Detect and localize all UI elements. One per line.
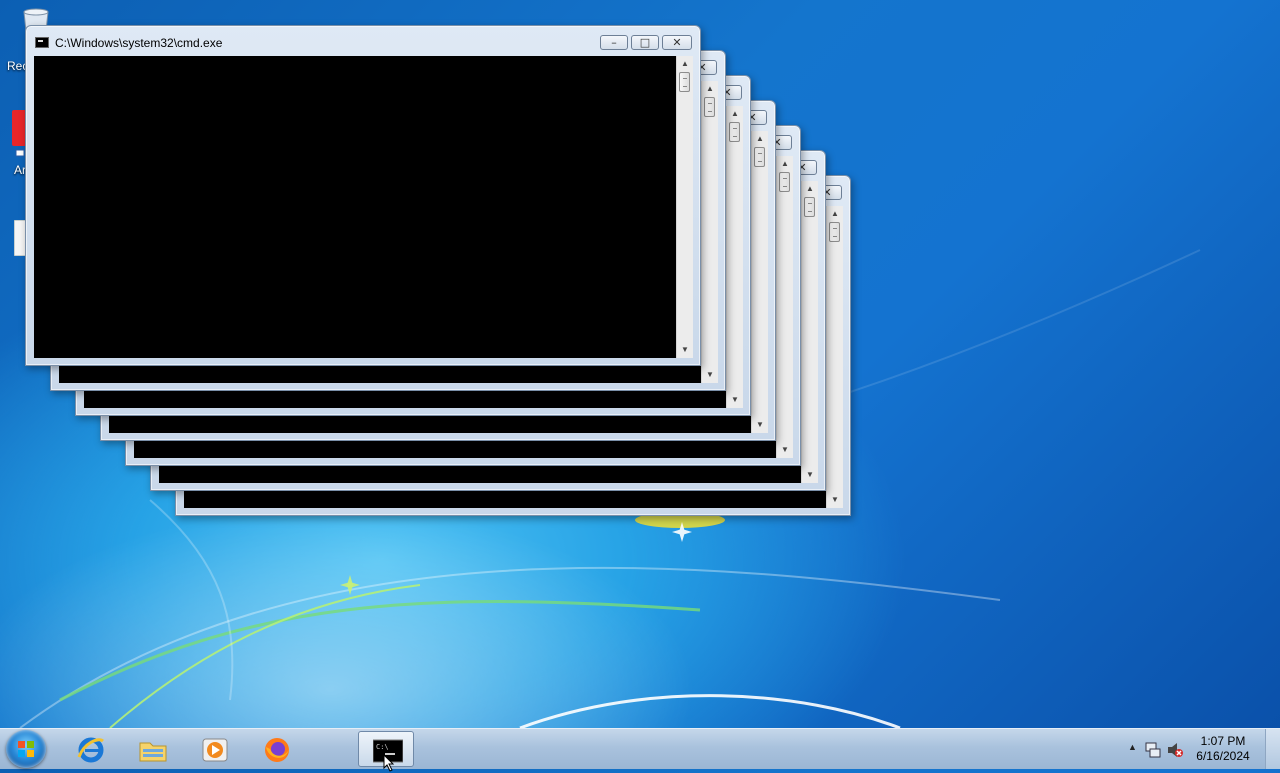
console-area[interactable]	[34, 56, 676, 358]
taskbar-windows-explorer[interactable]	[124, 731, 180, 767]
media-player-icon	[202, 738, 228, 762]
scroll-thumb[interactable]	[704, 97, 715, 117]
scroll-thumb[interactable]	[804, 197, 815, 217]
internet-explorer-icon	[77, 737, 104, 763]
clock-date: 6/16/2024	[1196, 749, 1250, 763]
clock[interactable]: 1:07 PM 6/16/2024	[1190, 734, 1256, 764]
scroll-down-icon[interactable]: ▼	[802, 470, 818, 480]
scroll-up-icon[interactable]: ▲	[827, 209, 843, 219]
clock-time: 1:07 PM	[1200, 734, 1246, 748]
scrollbar[interactable]: ▲ ▼	[701, 81, 718, 383]
scroll-up-icon[interactable]: ▲	[727, 109, 743, 119]
scroll-up-icon[interactable]: ▲	[802, 184, 818, 194]
scroll-thumb[interactable]	[679, 72, 690, 92]
scroll-up-icon[interactable]: ▲	[777, 159, 793, 169]
volume-muted-icon[interactable]	[1166, 741, 1184, 759]
scrollbar[interactable]: ▲ ▼	[826, 206, 843, 508]
taskbar-internet-explorer[interactable]	[62, 731, 118, 767]
scroll-thumb[interactable]	[829, 222, 840, 242]
scroll-thumb[interactable]	[754, 147, 765, 167]
cmd-icon	[35, 37, 49, 48]
scroll-up-icon[interactable]: ▲	[702, 84, 718, 94]
taskbar-media-player[interactable]	[186, 731, 242, 767]
scroll-down-icon[interactable]: ▼	[777, 445, 793, 455]
taskbar-command-prompt[interactable]: C:\	[358, 731, 414, 772]
show-desktop-button[interactable]	[1265, 729, 1280, 769]
scroll-down-icon[interactable]: ▼	[702, 370, 718, 380]
scrollbar[interactable]: ▲ ▼	[776, 156, 793, 458]
scroll-thumb[interactable]	[779, 172, 790, 192]
close-button[interactable]: ✕	[662, 35, 692, 50]
taskbar-firefox[interactable]	[248, 731, 304, 767]
maximize-button[interactable]: □	[631, 35, 659, 50]
scroll-thumb[interactable]	[729, 122, 740, 142]
show-hidden-icons-button[interactable]: ▲	[1128, 742, 1137, 752]
scroll-down-icon[interactable]: ▼	[677, 345, 693, 355]
title-bar[interactable]: C:\Windows\system32\cmd.exe – □ ✕	[26, 26, 700, 55]
scrollbar[interactable]: ▲ ▼	[801, 181, 818, 483]
window-title: C:\Windows\system32\cmd.exe	[55, 36, 223, 50]
scroll-down-icon[interactable]: ▼	[727, 395, 743, 405]
firefox-icon	[265, 738, 289, 762]
scroll-up-icon[interactable]: ▲	[677, 59, 693, 69]
scroll-down-icon[interactable]: ▼	[827, 495, 843, 505]
scrollbar[interactable]: ▲ ▼	[726, 106, 743, 408]
start-orb-icon[interactable]	[6, 730, 46, 768]
network-icon[interactable]	[1144, 741, 1162, 759]
taskbar: C:\ ▲ 1:07 PM 6/16/2024	[0, 728, 1280, 772]
scroll-down-icon[interactable]: ▼	[752, 420, 768, 430]
svg-text:C:\: C:\	[376, 743, 389, 751]
scroll-up-icon[interactable]: ▲	[752, 134, 768, 144]
scrollbar[interactable]: ▲ ▼	[751, 131, 768, 433]
mouse-cursor-icon	[383, 754, 395, 772]
folder-icon	[139, 742, 167, 762]
minimize-button[interactable]: –	[600, 35, 628, 50]
system-tray: ▲ 1:07 PM 6/16/2024	[1120, 729, 1280, 769]
cmd-window-1[interactable]: C:\Windows\system32\cmd.exe – □ ✕ ▲ ▼	[25, 25, 701, 366]
scrollbar[interactable]: ▲ ▼	[676, 56, 693, 358]
